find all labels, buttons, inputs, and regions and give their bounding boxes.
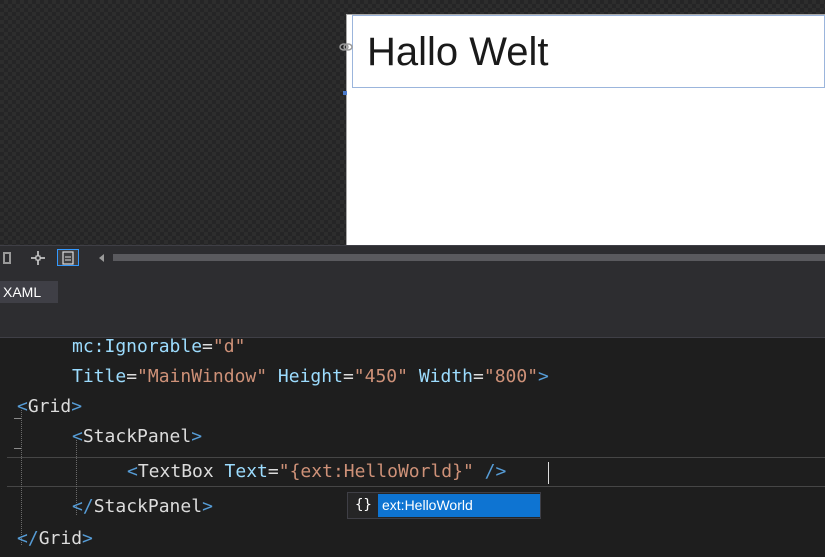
binding-link-icon: [339, 43, 353, 51]
tab-bar: XAML: [0, 269, 825, 304]
grid-icon[interactable]: [2, 249, 12, 266]
design-surface[interactable]: Hallo Welt: [0, 0, 825, 245]
tab-xaml[interactable]: XAML: [0, 281, 58, 303]
code-line[interactable]: </Grid>: [17, 524, 93, 554]
selection-adorner[interactable]: [343, 91, 347, 95]
textbox-preview-text: Hallo Welt: [367, 30, 549, 74]
code-line[interactable]: </StackPanel>: [72, 492, 213, 522]
horizontal-scrollbar[interactable]: [113, 254, 825, 261]
text-caret: [548, 462, 549, 484]
code-line[interactable]: <StackPanel>: [72, 422, 202, 452]
code-line[interactable]: <TextBox Text="{ext:HelloWorld}" />: [127, 457, 506, 487]
code-line[interactable]: mc:Ignorable="d": [72, 338, 245, 362]
scroll-left-icon[interactable]: [96, 249, 108, 266]
navigation-bar[interactable]: [0, 304, 825, 338]
intellisense-popup[interactable]: {} ext:HelloWorld: [347, 492, 541, 519]
snap-icon[interactable]: [57, 249, 79, 266]
markup-extension-icon: {}: [355, 497, 372, 513]
xaml-editor[interactable]: mc:Ignorable="d" Title="MainWindow" Heig…: [0, 338, 825, 557]
outline-marker[interactable]: [14, 448, 21, 449]
designer-toolbar: [0, 245, 825, 269]
textbox-preview[interactable]: Hallo Welt: [352, 15, 825, 88]
code-line[interactable]: <Grid>: [17, 392, 82, 422]
code-line[interactable]: Title="MainWindow" Height="450" Width="8…: [72, 362, 549, 392]
completion-item[interactable]: ext:HelloWorld: [378, 494, 540, 517]
crosshair-icon[interactable]: [28, 249, 48, 266]
